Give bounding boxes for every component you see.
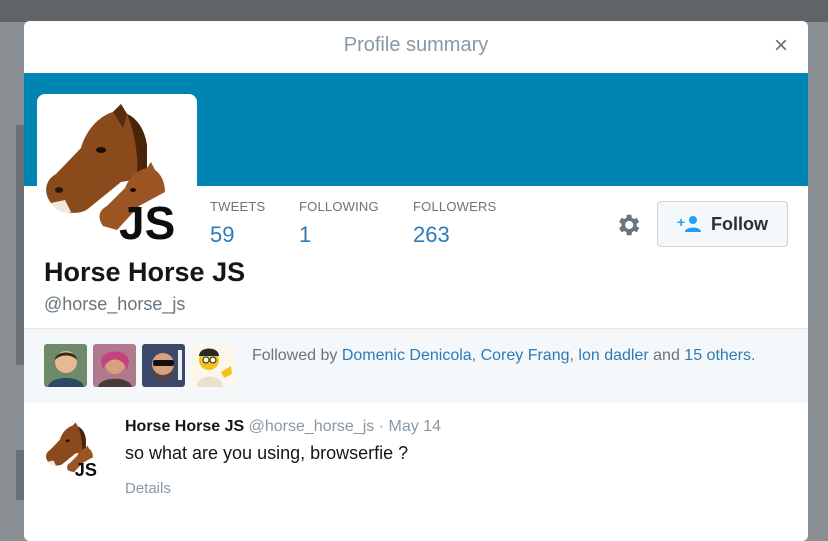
follower-avatar-image [142,344,185,387]
tweet-item[interactable]: JS Horse Horse JS @horse_horse_js · May … [24,403,808,541]
profile-handle: @horse_horse_js [44,294,186,314]
follower-avatar[interactable] [142,344,185,387]
stat-label: TWEETS [210,199,266,214]
modal-header: Profile summary × [24,21,808,73]
add-user-icon: + [677,215,701,232]
gear-icon[interactable] [614,211,642,239]
background-strip [16,125,24,365]
follower-link[interactable]: Corey Frang [481,347,570,364]
tweet-details-link[interactable]: Details [125,480,171,497]
followed-by-section: Followed by Domenic Denicola, Corey Fran… [24,328,808,404]
follower-link[interactable]: Domenic Denicola [342,347,472,364]
svg-text:+: + [677,215,685,230]
stat-value: 1 [299,222,312,247]
tweet-text: so what are you using, browserfie ? [125,443,409,463]
profile-name: Horse Horse JS [44,257,246,287]
separator: , [569,347,574,364]
follow-label: Follow [711,213,768,234]
svg-text:JS: JS [75,460,97,480]
conjunction: and [653,347,680,364]
modal-title: Profile summary [343,34,489,56]
tweet-avatar[interactable]: JS [44,418,104,480]
stat-value: 263 [413,222,450,247]
follower-avatar-image [44,344,87,387]
stat-label: FOLLOWING [299,199,379,214]
stat-followers[interactable]: FOLLOWERS 263 [413,199,513,248]
followed-by-prefix: Followed by [252,347,338,364]
background-topbar [0,0,828,22]
tweet-date[interactable]: May 14 [389,418,441,435]
stat-following[interactable]: FOLLOWING 1 [299,199,399,248]
period: . [751,347,756,364]
stat-value: 59 [210,222,235,247]
stat-tweets[interactable]: TWEETS 59 [210,199,310,248]
background-strip [16,450,24,500]
follower-avatar[interactable] [44,344,87,387]
svg-text:JS: JS [119,197,175,244]
tweet-author-name[interactable]: Horse Horse JS [125,418,244,435]
profile-avatar[interactable]: JS [37,94,197,248]
others-link[interactable]: 15 others [684,347,751,364]
tweet-dot: · [378,418,385,435]
follower-avatar[interactable] [93,344,136,387]
follower-avatar[interactable] [191,344,234,387]
tweet-header: Horse Horse JS @horse_horse_js · May 14 [125,418,441,436]
follower-link[interactable]: lon dadler [578,347,648,364]
stat-label: FOLLOWERS [413,199,497,214]
horse-head-logo-icon: JS [46,104,175,244]
profile-summary-modal: Profile summary × JS TWEETS 59 FOLLOWING… [24,21,808,541]
follower-avatar-image [191,344,234,387]
tweet-author-handle[interactable]: @horse_horse_js [249,418,375,435]
close-button[interactable]: × [770,34,792,58]
separator: , [471,347,477,364]
followed-by-text: Followed by Domenic Denicola, Corey Fran… [252,344,762,367]
follow-button[interactable]: + Follow [657,201,788,247]
follower-avatar-image [93,344,136,387]
